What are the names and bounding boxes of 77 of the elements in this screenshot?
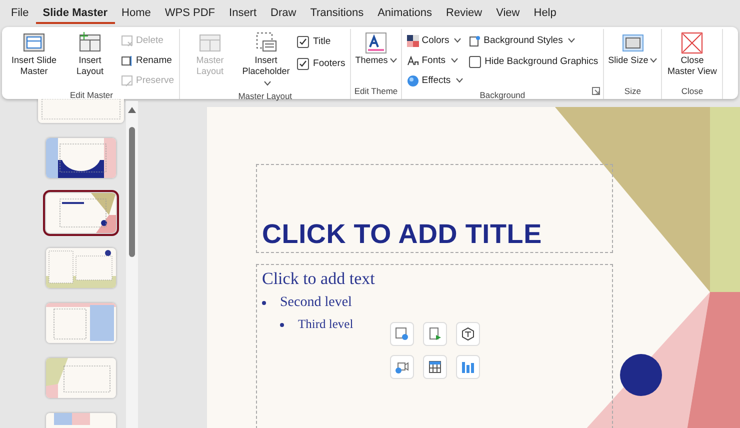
- checkbox[interactable]: [297, 36, 310, 48]
- scrollbar[interactable]: [126, 101, 138, 428]
- dialog-launcher-icon[interactable]: [592, 87, 600, 95]
- picture-icon: [395, 327, 409, 341]
- background-styles-icon: [468, 34, 481, 46]
- ribbon-button[interactable]: Close Master View: [665, 29, 720, 86]
- table-icon: [428, 360, 442, 374]
- checkbox-label[interactable]: Title: [313, 36, 331, 47]
- content-placeholder[interactable]: Click to add text Second level Third level: [256, 264, 613, 428]
- bar-chart-icon: [461, 360, 475, 374]
- ribbon-button[interactable]: Rename: [119, 51, 176, 70]
- ribbon-tab[interactable]: Slide Master: [36, 4, 115, 24]
- group-label: Edit Theme: [354, 86, 398, 98]
- dropdown-button[interactable]: Fonts: [404, 51, 465, 70]
- group-label: Background: [478, 90, 526, 102]
- ribbon-button[interactable]: Insert Layout: [63, 29, 117, 90]
- video-camera-icon: [395, 360, 409, 374]
- group-label: Close: [680, 86, 704, 98]
- chevron-down-icon: [568, 38, 575, 43]
- scrollbar-thumb[interactable]: [129, 127, 135, 257]
- group-label: Size: [623, 86, 642, 98]
- ribbon-tab[interactable]: File: [4, 4, 36, 24]
- chevron-down-icon: [450, 58, 458, 63]
- themes-icon: [364, 31, 388, 55]
- ribbon-tab[interactable]: Draw: [264, 4, 304, 24]
- insert-file-button[interactable]: [423, 322, 447, 346]
- slide-thumbnail[interactable]: [46, 193, 116, 233]
- ribbon-button[interactable]: Insert Slide Master: [7, 29, 61, 90]
- group-label: Edit Master: [69, 90, 114, 102]
- slide-thumbnail[interactable]: [46, 358, 116, 398]
- bullet-icon: [262, 301, 266, 305]
- slide-thumbnail[interactable]: [46, 248, 116, 288]
- dropdown-button[interactable]: Background Styles: [466, 31, 600, 50]
- delete-slide-icon: [121, 34, 133, 46]
- checkbox-label[interactable]: Hide Background Graphics: [484, 56, 598, 67]
- ribbon-tab[interactable]: View: [489, 4, 527, 24]
- title-placeholder[interactable]: CLICK TO ADD TITLE: [256, 164, 613, 253]
- chevron-down-icon: [456, 78, 463, 83]
- title-text: CLICK TO ADD TITLE: [262, 219, 542, 250]
- ribbon-tab[interactable]: Animations: [370, 4, 440, 24]
- ribbon-button[interactable]: Themes: [354, 29, 398, 86]
- chevron-down-icon: [454, 38, 462, 43]
- ribbon-tab[interactable]: Transitions: [303, 4, 371, 24]
- insert-3d-model-button[interactable]: [456, 322, 480, 346]
- fonts-icon: [406, 54, 419, 66]
- insert-chart-button[interactable]: [456, 355, 480, 379]
- ribbon-tab[interactable]: Insert: [222, 4, 264, 24]
- body-text: Third level: [298, 317, 354, 332]
- scroll-up-icon[interactable]: [128, 107, 136, 113]
- ribbon-button[interactable]: Insert Placeholder: [239, 29, 294, 91]
- insert-picture-button[interactable]: [390, 322, 414, 346]
- slide-thumbnail[interactable]: [46, 303, 116, 343]
- ribbon-tab[interactable]: Home: [114, 4, 158, 24]
- cube-icon: [461, 327, 475, 341]
- group-label: Master Layout: [237, 90, 294, 103]
- document-icon: [428, 327, 442, 341]
- slide-thumbnail[interactable]: [46, 138, 116, 178]
- checkbox-label[interactable]: Footers: [313, 58, 346, 69]
- checkbox[interactable]: [468, 56, 481, 68]
- bullet-icon: [280, 322, 284, 326]
- effects-icon: [406, 74, 419, 86]
- insert-table-button[interactable]: [423, 355, 447, 379]
- insert-video-button[interactable]: [390, 355, 414, 379]
- dropdown-button[interactable]: Colors: [404, 31, 465, 50]
- ribbon-tab[interactable]: Review: [439, 4, 490, 24]
- checkbox[interactable]: [297, 58, 310, 70]
- ribbon-button[interactable]: Slide Size: [607, 29, 658, 86]
- body-text: Second level: [280, 295, 352, 311]
- ribbon-tab[interactable]: Help: [526, 4, 564, 24]
- body-text: Click to add text: [262, 269, 375, 289]
- colors-icon: [406, 34, 419, 46]
- pin-icon: [121, 74, 133, 86]
- close-icon: [680, 31, 704, 55]
- ribbon-tab[interactable]: WPS PDF: [158, 4, 222, 24]
- dropdown-button[interactable]: Effects: [404, 71, 465, 90]
- rename-icon: [121, 54, 133, 66]
- slide-thumbnail[interactable]: [38, 99, 124, 123]
